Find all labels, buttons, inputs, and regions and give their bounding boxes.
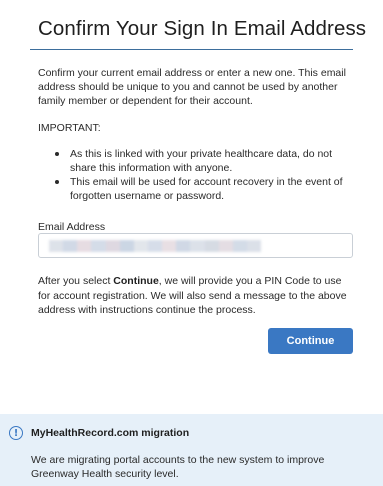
confirm-email-page: Confirm Your Sign In Email Address Confi…	[0, 0, 383, 486]
redaction-block	[190, 240, 205, 252]
info-icon: !	[9, 426, 23, 440]
instructions-emphasis: Continue	[113, 275, 159, 287]
redaction-block	[133, 240, 148, 252]
important-list: As this is linked with your private heal…	[54, 147, 354, 203]
redaction-block	[49, 240, 64, 252]
redaction-block	[218, 240, 233, 252]
redaction-block	[246, 240, 262, 252]
redaction-block	[105, 240, 120, 252]
title-divider	[30, 49, 353, 50]
redacted-email-value	[49, 240, 262, 252]
email-field[interactable]	[38, 233, 353, 258]
redaction-block	[91, 240, 106, 252]
migration-notice: ! MyHealthRecord.com migration We are mi…	[0, 414, 383, 486]
redaction-block	[232, 240, 247, 252]
list-item: This email will be used for account reco…	[54, 175, 354, 203]
continue-button[interactable]: Continue	[268, 328, 353, 354]
redaction-block	[63, 240, 78, 252]
notice-title: MyHealthRecord.com migration	[31, 427, 190, 439]
redaction-block	[176, 240, 191, 252]
instructions-prefix: After you select	[38, 275, 114, 287]
list-item: As this is linked with your private heal…	[54, 147, 354, 175]
redaction-block	[77, 240, 92, 252]
important-label: IMPORTANT:	[38, 122, 101, 134]
intro-text: Confirm your current email address or en…	[38, 67, 346, 107]
redaction-block	[204, 240, 219, 252]
email-label: Email Address	[38, 221, 106, 233]
redaction-block	[119, 240, 134, 252]
continue-instructions: After you select Continue, we will provi…	[38, 274, 354, 318]
notice-body: We are migrating portal accounts to the …	[31, 454, 325, 480]
redaction-block	[162, 240, 177, 252]
page-title: Confirm Your Sign In Email Address	[38, 17, 367, 40]
redaction-block	[147, 240, 163, 252]
